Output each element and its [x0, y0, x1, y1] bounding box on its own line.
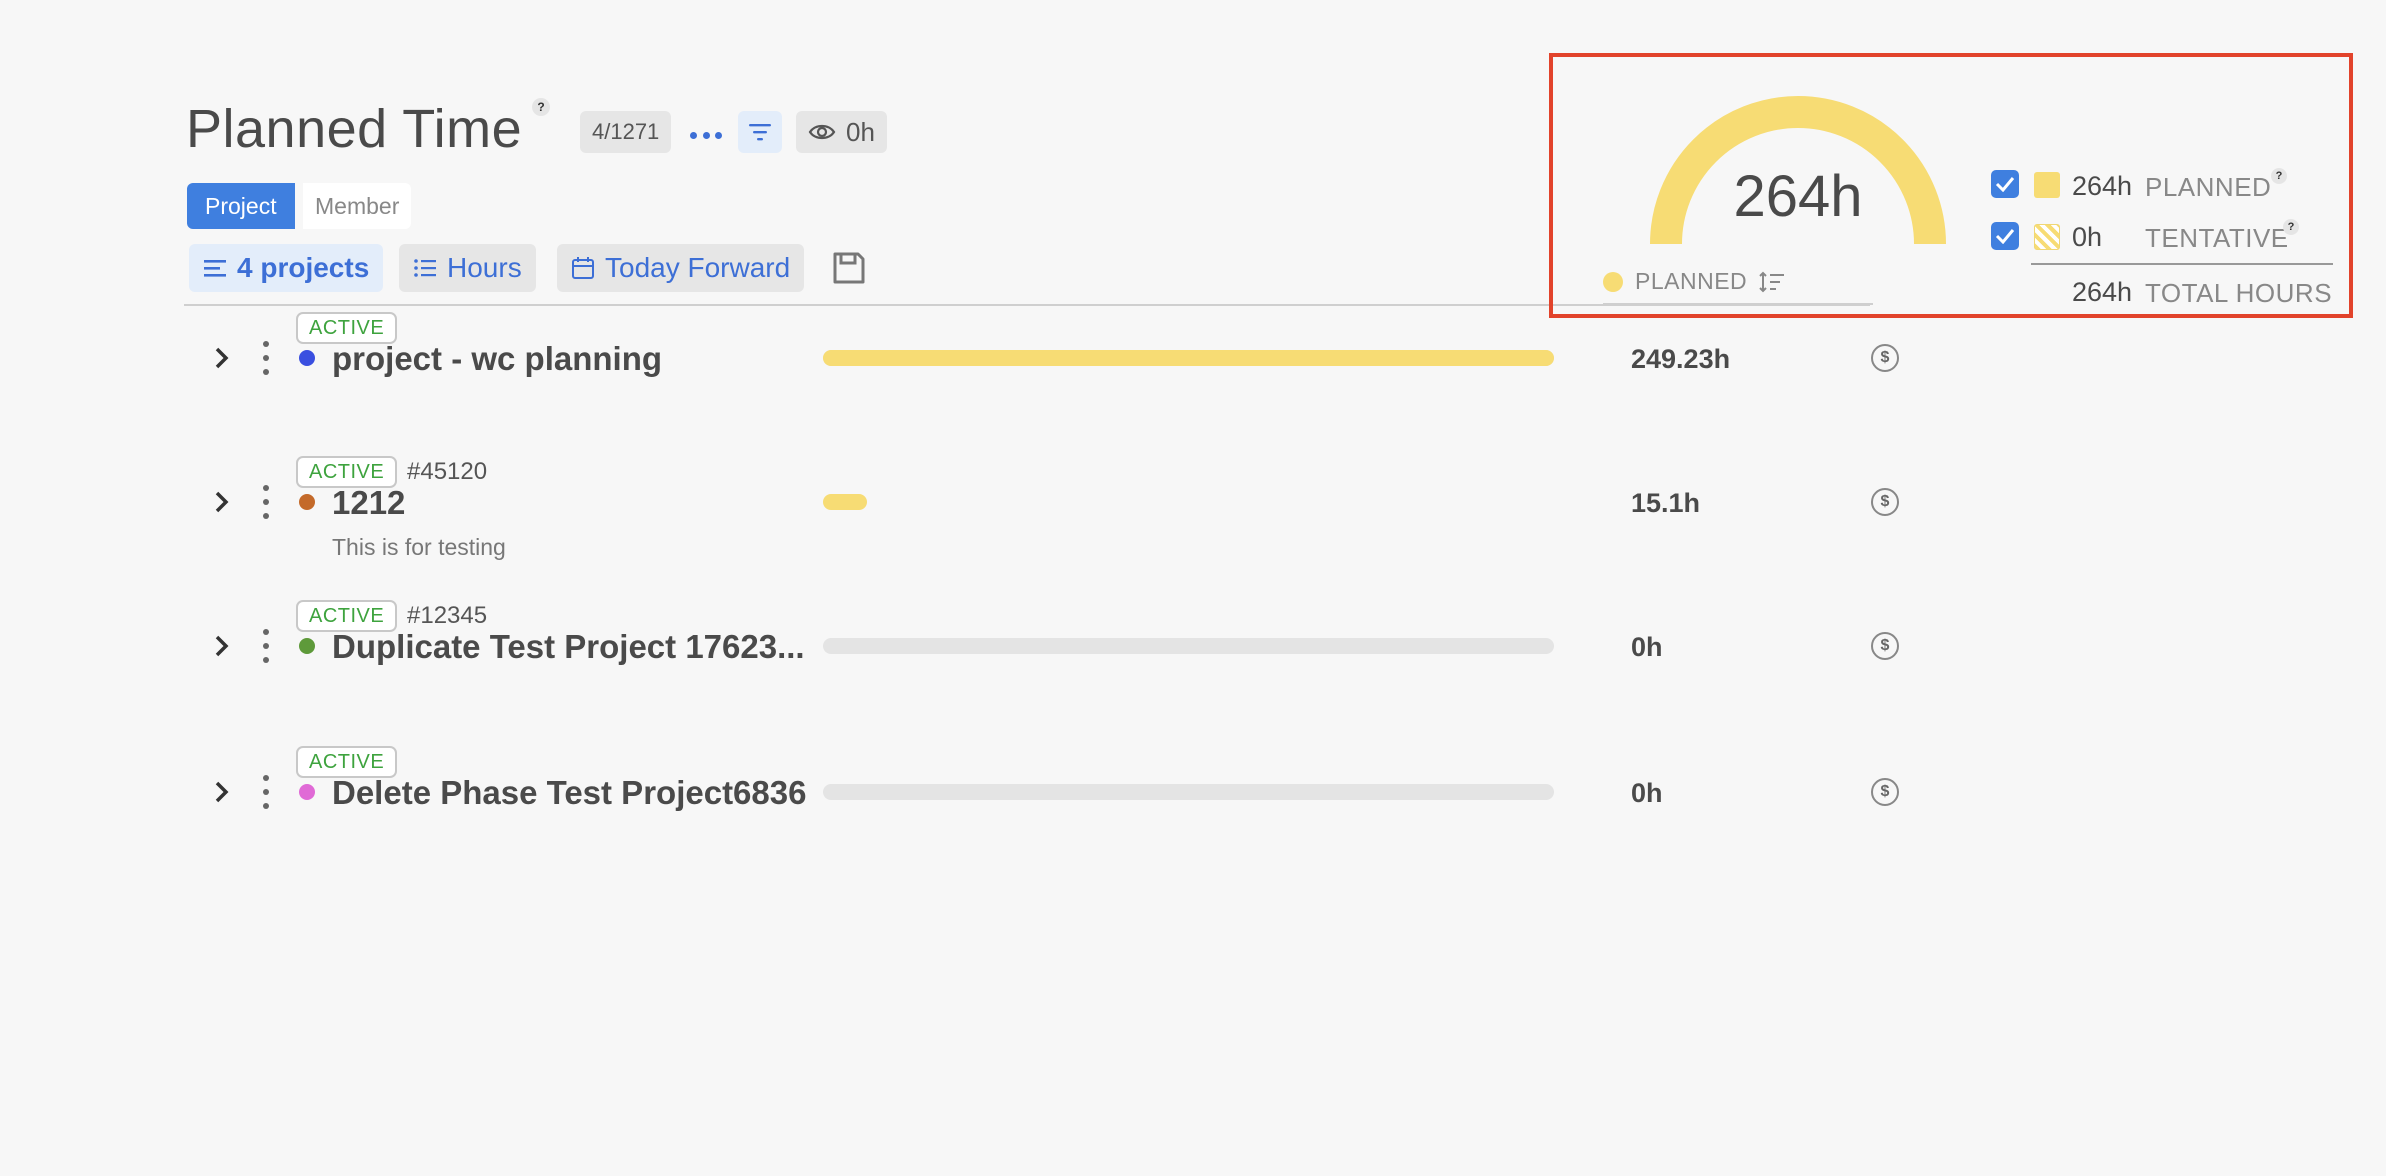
planned-help-icon[interactable]: ? [2271, 168, 2287, 184]
project-hours: 0h [1631, 632, 1663, 662]
planned-legend-dot [1603, 271, 1623, 292]
tentative-label: TENTATIVE [2145, 223, 2289, 253]
row-menu-icon[interactable] [262, 485, 270, 519]
tentative-swatch [2034, 224, 2060, 250]
project-color-dot [299, 784, 315, 800]
expand-chevron-icon[interactable] [210, 634, 234, 658]
save-view-button[interactable] [831, 250, 867, 286]
filter-icon [749, 124, 771, 141]
calendar-icon [572, 257, 594, 279]
billing-icon[interactable]: $ [1871, 632, 1899, 660]
project-color-dot [299, 350, 315, 366]
project-name[interactable]: project - wc planning [332, 340, 662, 378]
planned-label: PLANNED [2145, 172, 2272, 202]
hours-dropdown-label: Hours [447, 252, 522, 283]
project-count-badge: 4/1271 [580, 111, 672, 153]
planned-bar-fill [823, 350, 1554, 366]
date-range-dropdown[interactable]: Today Forward [557, 244, 805, 292]
planned-hours: 264h [2072, 171, 2133, 201]
projects-dropdown[interactable]: 4 projects [189, 244, 384, 292]
page-title: Planned Time [186, 99, 523, 159]
visibility-button[interactable]: 0h [796, 111, 887, 153]
summary-divider [2031, 263, 2333, 265]
date-range-label: Today Forward [605, 252, 791, 283]
project-name[interactable]: Duplicate Test Project 17623... [332, 628, 805, 666]
hours-dropdown[interactable]: Hours [399, 244, 536, 292]
project-id: #45120 [407, 458, 488, 485]
row-menu-icon[interactable] [262, 629, 270, 663]
project-description: This is for testing [332, 534, 506, 560]
total-hours: 264h [2072, 277, 2133, 307]
row-menu-icon[interactable] [262, 341, 270, 375]
tab-project[interactable]: Project [187, 183, 295, 229]
project-name[interactable]: Delete Phase Test Project6836 [332, 774, 806, 812]
planned-checkbox[interactable] [1991, 170, 2019, 198]
expand-chevron-icon[interactable] [210, 346, 234, 370]
billing-icon[interactable]: $ [1871, 778, 1899, 806]
tab-member[interactable]: Member [303, 183, 412, 229]
more-options-icon[interactable] [690, 120, 722, 150]
expand-chevron-icon[interactable] [210, 780, 234, 804]
project-hours: 15.1h [1631, 488, 1701, 518]
project-color-dot [299, 494, 315, 510]
billing-icon[interactable]: $ [1871, 344, 1899, 372]
project-id: #12345 [407, 602, 488, 629]
planned-bar-fill [823, 494, 867, 510]
save-icon [833, 252, 865, 284]
tentative-hours: 0h [2072, 222, 2103, 252]
filter-button[interactable] [738, 111, 782, 153]
projects-dropdown-label: 4 projects [237, 252, 370, 283]
list-icon [204, 260, 226, 277]
tentative-checkbox[interactable] [1991, 222, 2019, 250]
billing-icon[interactable]: $ [1871, 488, 1899, 516]
project-hours: 0h [1631, 778, 1663, 808]
planned-bar-track [823, 784, 1554, 800]
expand-chevron-icon[interactable] [210, 490, 234, 514]
project-hours: 249.23h [1631, 344, 1731, 374]
total-hours-label: TOTAL HOURS [2145, 278, 2333, 308]
project-color-dot [299, 638, 315, 654]
bullet-list-icon [414, 259, 436, 277]
checkmark-icon [1995, 177, 2015, 192]
gauge-value: 264h [1733, 164, 1863, 229]
sort-icon [1759, 271, 1785, 292]
project-name[interactable]: 1212 [332, 484, 405, 522]
checkmark-icon [1995, 229, 2015, 244]
gauge-legend-label: PLANNED [1635, 268, 1748, 294]
row-menu-icon[interactable] [262, 775, 270, 809]
tentative-help-icon[interactable]: ? [2283, 219, 2299, 235]
planned-swatch [2034, 172, 2060, 198]
gauge-legend[interactable]: PLANNED [1603, 268, 1785, 295]
help-icon[interactable]: ? [532, 98, 550, 116]
gauge-divider [1603, 303, 1873, 305]
eye-icon [808, 124, 836, 140]
visibility-value: 0h [846, 116, 875, 147]
planned-bar-track [823, 638, 1554, 654]
